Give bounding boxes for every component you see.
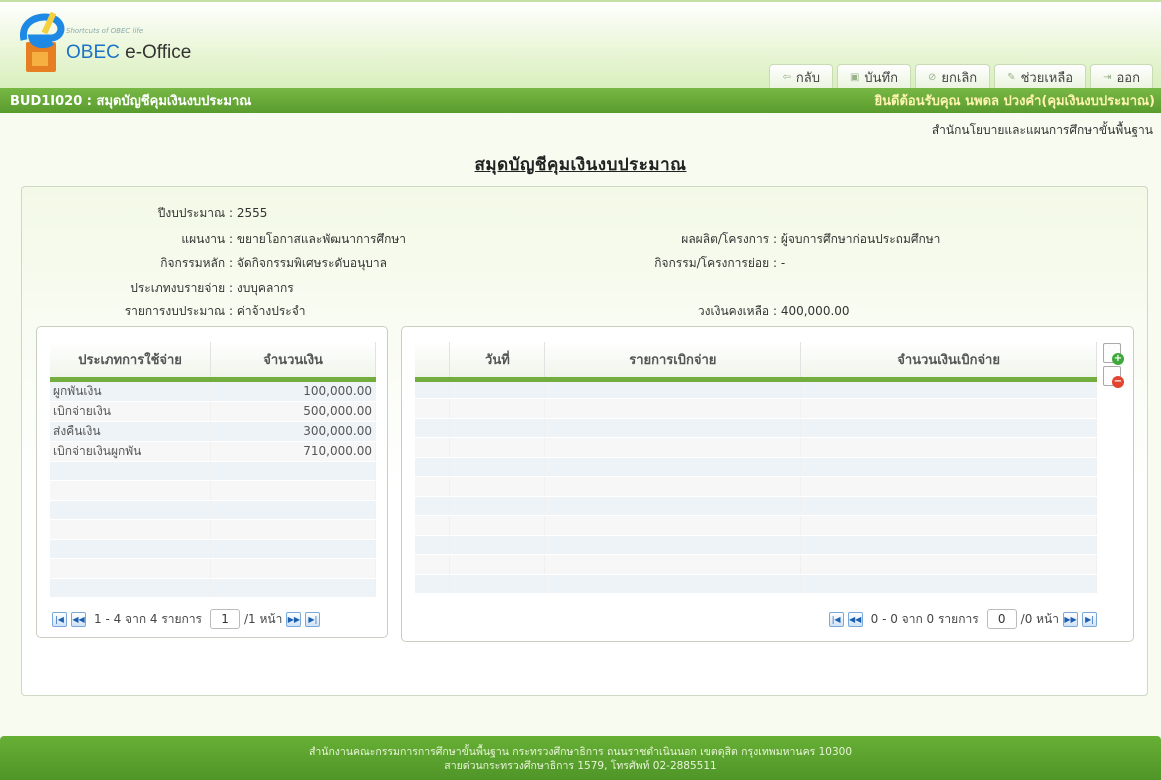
- footer-contact: สายด่วนกระทรวงศึกษาธิการ 1579, โทรศัพท์ …: [444, 760, 717, 772]
- toolbar: ⇦ กลับ ▣ บันทึก ⊘ ยกเลิก ✎ ช่วยเหลือ ⇥ ออก: [769, 64, 1153, 90]
- exit-button[interactable]: ⇥ ออก: [1090, 64, 1153, 90]
- cancel-button[interactable]: ⊘ ยกเลิก: [915, 64, 991, 90]
- col-header-disburse-amount[interactable]: จำนวนเงินเบิกจ่าย: [800, 342, 1097, 382]
- table-row[interactable]: ส่งคืนเงิน 300,000.00: [50, 421, 376, 442]
- page-number-input[interactable]: [986, 609, 1017, 629]
- amount-cell: 100,000.00: [210, 379, 376, 402]
- empty-row: [50, 558, 376, 579]
- pager-total: /1 หน้า: [244, 611, 283, 626]
- empty-row: [415, 379, 1097, 399]
- col-header-disburse-item[interactable]: รายการเบิกจ่าย: [544, 342, 802, 382]
- empty-row: [415, 437, 1097, 458]
- title-bar: BUD1I020 : สมุดบัญชีคุมเงินงบประมาณ ยินด…: [0, 88, 1161, 113]
- next-page-icon[interactable]: ▶▶: [1063, 611, 1078, 627]
- app-tagline: Shortcuts of OBEC life: [66, 27, 144, 35]
- output-row: ผลผลิต/โครงการ : ผู้จบการศึกษาก่อนประถมศ…: [22, 230, 940, 249]
- amount-cell: 500,000.00: [210, 401, 376, 422]
- empty-row: [415, 496, 1097, 516]
- empty-row: [50, 500, 376, 520]
- disbursement-grid: วันที่ รายการเบิกจ่าย จำนวนเงินเบิกจ่าย: [415, 342, 1097, 598]
- screen-code-title: BUD1I020 : สมุดบัญชีคุมเงินงบประมาณ: [10, 94, 252, 109]
- col-header-spend-type[interactable]: ประเภทการใช้จ่าย: [50, 342, 212, 382]
- balance-value: 400,000.00: [780, 304, 850, 318]
- spend-type-cell: ผูกพันเงิน: [50, 379, 212, 402]
- back-button[interactable]: ⇦ กลับ: [769, 64, 833, 90]
- amount-cell: 300,000.00: [210, 421, 376, 442]
- expense-type-value: งบบุคลากร: [236, 281, 294, 295]
- prev-page-icon[interactable]: ◀◀: [71, 611, 86, 627]
- save-button[interactable]: ▣ บันทึก: [836, 64, 912, 90]
- back-arrow-icon: ⇦: [782, 72, 791, 83]
- spend-type-table: ประเภทการใช้จ่าย จำนวนเงิน ผูกพันเงิน 100…: [50, 342, 376, 598]
- disk-icon: ▣: [849, 72, 860, 83]
- spend-type-cell: เบิกจ่ายเงิน: [50, 401, 212, 422]
- pager-summary: 1 - 4 จาก 4 รายการ: [94, 611, 203, 626]
- col-header-date[interactable]: วันที่: [449, 342, 546, 382]
- first-page-icon[interactable]: |◀: [828, 611, 844, 627]
- disbursement-panel: วันที่ รายการเบิกจ่าย จำนวนเงินเบิกจ่าย: [401, 326, 1134, 642]
- empty-row: [50, 539, 376, 559]
- last-page-icon[interactable]: ▶|: [305, 611, 321, 627]
- balance-label: วงเงินคงเหลือ :: [697, 304, 777, 318]
- welcome-user: ยินดีต้อนรับคุณ นพดล ปวงคำ(คุมเงินงบประม…: [874, 94, 1155, 109]
- page-title: สมุดบัญชีคุมเงินงบประมาณ: [474, 155, 687, 175]
- cancel-circle-icon: ⊘: [928, 72, 937, 83]
- row-actions: + −: [1103, 343, 1124, 389]
- spend-type-cell: เบิกจ่ายเงินผูกพัน: [50, 441, 212, 462]
- table-row[interactable]: เบิกจ่ายเงิน 500,000.00: [50, 401, 376, 422]
- spend-type-cell: ส่งคืนเงิน: [50, 421, 212, 442]
- first-page-icon[interactable]: |◀: [52, 611, 67, 627]
- pager-summary: 0 - 0 จาก 0 รายการ: [870, 611, 979, 626]
- empty-row: [415, 418, 1097, 438]
- spend-type-panel: ประเภทการใช้จ่าย จำนวนเงิน ผูกพันเงิน 100…: [36, 326, 388, 638]
- empty-row: [50, 519, 376, 540]
- empty-row: [415, 535, 1097, 555]
- footer: สำนักงานคณะกรรมการการศึกษาขั้นพื้นฐาน กร…: [0, 736, 1161, 780]
- empty-row: [415, 457, 1097, 477]
- spend-type-grid: ประเภทการใช้จ่าย จำนวนเงิน ผูกพันเงิน 100…: [50, 342, 376, 598]
- balance-row: วงเงินคงเหลือ : 400,000.00: [22, 302, 850, 321]
- pager-total: /0 หน้า: [1020, 611, 1059, 626]
- col-header-amount[interactable]: จำนวนเงิน: [210, 342, 376, 382]
- empty-row: [415, 398, 1097, 419]
- page-number-input[interactable]: [210, 609, 241, 629]
- empty-row: [415, 574, 1097, 594]
- org-name: สำนักนโยบายและแผนการศึกษาขั้นพื้นฐาน: [931, 123, 1153, 137]
- last-page-icon[interactable]: ▶|: [1082, 611, 1097, 627]
- table-row[interactable]: เบิกจ่ายเงินผูกพัน 710,000.00: [50, 441, 376, 462]
- expense-type-label: ประเภทงบรายจ่าย :: [130, 281, 233, 295]
- footer-address: สำนักงานคณะกรรมการการศึกษาขั้นพื้นฐาน กร…: [308, 746, 853, 758]
- header: Shortcuts of OBEC life OBEC e-Office ⇦ กล…: [0, 0, 1161, 90]
- fiscal-year-label: ปีงบประมาณ :: [157, 206, 233, 220]
- obec-logo-icon: [19, 12, 65, 72]
- output-label: ผลผลิต/โครงการ :: [681, 232, 777, 246]
- prev-page-icon[interactable]: ◀◀: [847, 611, 863, 627]
- sub-activity-value: -: [780, 256, 786, 270]
- output-value: ผู้จบการศึกษาก่อนประถมศึกษา: [780, 232, 941, 246]
- empty-row: [50, 461, 376, 481]
- empty-row: [415, 554, 1097, 575]
- pencil-icon: ✎: [1007, 72, 1016, 83]
- empty-row: [50, 480, 376, 501]
- add-row-icon[interactable]: +: [1103, 343, 1124, 365]
- next-page-icon[interactable]: ▶▶: [286, 611, 302, 627]
- amount-cell: 710,000.00: [210, 441, 376, 462]
- fiscal-year-value: 2555: [236, 206, 268, 220]
- empty-row: [415, 476, 1097, 497]
- expense-type-row: ประเภทงบรายจ่าย : งบบุคลากร: [22, 279, 294, 298]
- disbursement-table: วันที่ รายการเบิกจ่าย จำนวนเงินเบิกจ่าย: [415, 342, 1097, 594]
- col-header-select[interactable]: [415, 342, 451, 382]
- help-button[interactable]: ✎ ช่วยเหลือ: [994, 64, 1087, 90]
- app-name: OBEC e-Office: [66, 42, 192, 63]
- exit-icon: ⇥: [1103, 72, 1112, 83]
- disbursement-pager: |◀ ◀◀ 0 - 0 จาก 0 รายการ /0 หน้า ▶▶ ▶|: [828, 609, 1097, 629]
- sub-activity-row: กิจกรรม/โครงการย่อย : -: [22, 254, 785, 273]
- delete-row-icon[interactable]: −: [1103, 366, 1124, 388]
- sub-activity-label: กิจกรรม/โครงการย่อย :: [654, 256, 777, 270]
- empty-row: [415, 515, 1097, 536]
- spend-pager: |◀ ◀◀ 1 - 4 จาก 4 รายการ /1 หน้า ▶▶ ▶|: [52, 609, 321, 629]
- table-row[interactable]: ผูกพันเงิน 100,000.00: [50, 379, 376, 402]
- empty-row: [50, 578, 376, 598]
- fiscal-year-row: ปีงบประมาณ : 2555: [22, 204, 268, 223]
